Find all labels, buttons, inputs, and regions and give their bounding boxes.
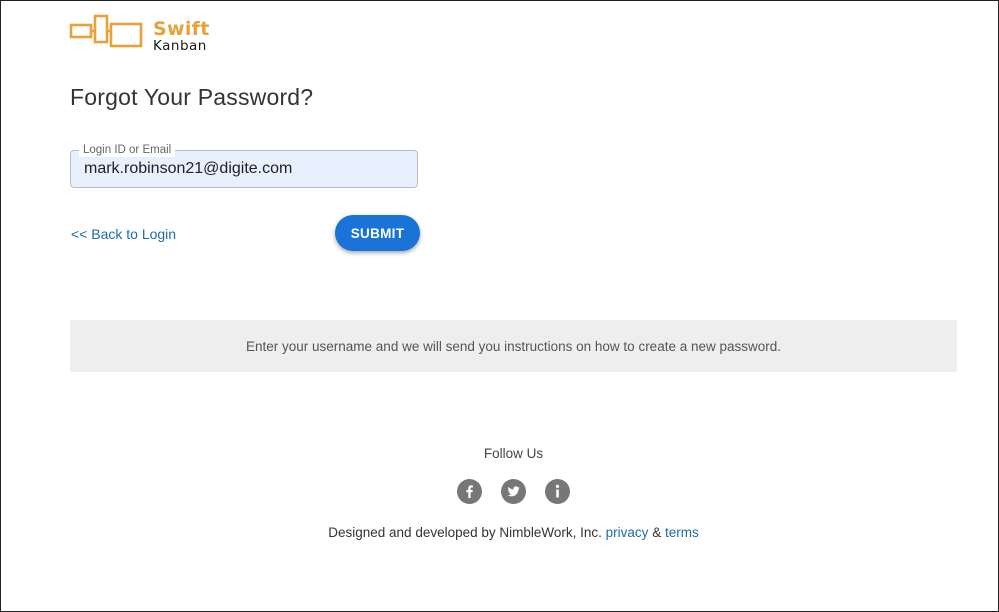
terms-link[interactable]: terms [665, 525, 699, 540]
page-frame: Swift Kanban Forgot Your Password? Login… [0, 0, 999, 612]
footer: Designed and developed by NimbleWork, In… [1, 525, 999, 540]
swift-kanban-logo: Swift Kanban [69, 14, 229, 54]
footer-credit: Designed and developed by NimbleWork, In… [328, 525, 602, 540]
login-id-field: Login ID or Email [70, 143, 418, 188]
info-banner: Enter your username and we will send you… [70, 320, 957, 372]
info-icon[interactable] [545, 479, 570, 504]
submit-button[interactable]: SUBMIT [335, 215, 420, 251]
twitter-icon[interactable] [501, 479, 526, 504]
logo-word-kanban: Kanban [153, 38, 207, 54]
social-links [457, 479, 570, 504]
follow-us-label: Follow Us [483, 446, 544, 461]
back-to-login-link[interactable]: << Back to Login [71, 226, 176, 242]
info-text: Enter your username and we will send you… [245, 338, 782, 354]
page-title: Forgot Your Password? [70, 84, 314, 110]
footer-ampersand: & [652, 525, 662, 540]
login-id-input[interactable] [84, 160, 404, 178]
logo-word-swift: Swift [153, 18, 210, 40]
logo-mark-icon [69, 14, 143, 48]
privacy-link[interactable]: privacy [606, 525, 649, 540]
facebook-icon[interactable] [457, 479, 482, 504]
login-id-label: Login ID or Email [79, 143, 176, 157]
